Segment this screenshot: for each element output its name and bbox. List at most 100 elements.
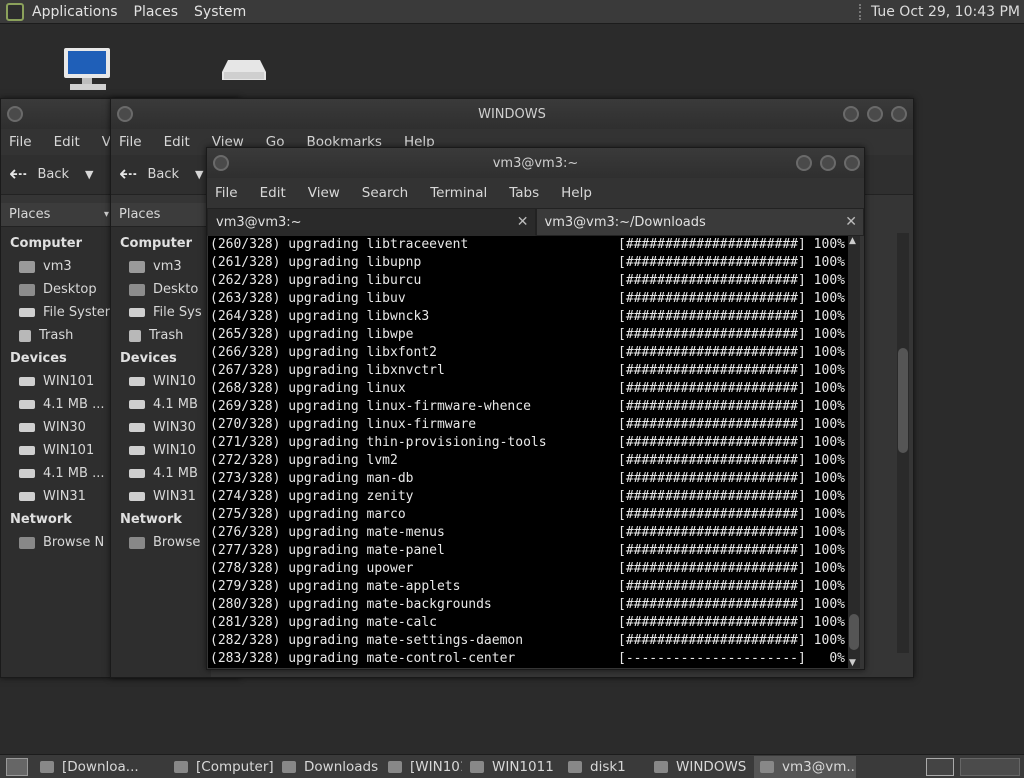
sidebar-item-device[interactable]: WIN31 bbox=[1, 485, 111, 508]
sidebar-item-filesystem[interactable]: File Syster bbox=[1, 301, 111, 324]
taskbar-button[interactable]: Downloads bbox=[276, 756, 380, 778]
sidebar-item-device[interactable]: WIN30 bbox=[1, 416, 111, 439]
taskbar-button[interactable]: [Computer] bbox=[168, 756, 274, 778]
home-icon bbox=[19, 260, 35, 273]
computer-desktop-icon[interactable] bbox=[62, 46, 114, 98]
back-button[interactable]: ⇠ Back ▼ bbox=[119, 162, 203, 187]
sidebar-item-browse-network[interactable]: Browse N bbox=[1, 531, 111, 554]
back-button[interactable]: ⇠ Back ▼ bbox=[9, 162, 93, 187]
sidebar-item-trash[interactable]: Trash bbox=[111, 324, 211, 347]
sidebar-item-device[interactable]: WIN10 bbox=[111, 370, 211, 393]
terminal-line-text: (271/328) upgrading thin-provisioning-to… bbox=[210, 435, 547, 450]
sidebar-item-desktop[interactable]: Deskto bbox=[111, 278, 211, 301]
scrollbar[interactable] bbox=[897, 233, 909, 653]
menu-terminal[interactable]: Terminal bbox=[430, 185, 487, 201]
window-titlebar[interactable]: WINDOWS bbox=[111, 99, 913, 129]
chevron-down-icon[interactable]: ▼ bbox=[85, 168, 93, 181]
terminal-line: (280/328) upgrading mate-backgrounds [###… bbox=[208, 596, 849, 614]
maximize-icon[interactable] bbox=[867, 106, 883, 122]
menu-search[interactable]: Search bbox=[362, 185, 408, 201]
menu-file[interactable]: File bbox=[215, 185, 238, 201]
menu-help[interactable]: Help bbox=[561, 185, 592, 201]
minimize-icon[interactable] bbox=[796, 155, 812, 171]
back-label: Back bbox=[37, 167, 69, 182]
drive-icon bbox=[129, 308, 145, 317]
sidebar-item-trash[interactable]: Trash bbox=[1, 324, 111, 347]
sidebar-item-device[interactable]: WIN101 bbox=[1, 370, 111, 393]
scrollbar-thumb[interactable] bbox=[898, 348, 908, 453]
sidebar-item-desktop[interactable]: Desktop bbox=[1, 278, 111, 301]
taskbar-button[interactable]: [WIN101] bbox=[382, 756, 462, 778]
window-title: WINDOWS bbox=[478, 106, 546, 122]
menu-edit[interactable]: Edit bbox=[164, 134, 190, 150]
sidebar-item-device[interactable]: WIN10 bbox=[111, 439, 211, 462]
terminal-line-text: (280/328) upgrading mate-backgrounds bbox=[210, 597, 492, 612]
sidebar-item-device[interactable]: 4.1 MB bbox=[111, 393, 211, 416]
close-icon[interactable] bbox=[891, 106, 907, 122]
sidebar-item-device[interactable]: 4.1 MB ... bbox=[1, 462, 111, 485]
window-menu-icon[interactable] bbox=[7, 106, 23, 122]
minimize-icon[interactable] bbox=[843, 106, 859, 122]
sidebar-item-filesystem[interactable]: File Sys bbox=[111, 301, 211, 324]
close-icon[interactable]: ✕ bbox=[517, 214, 529, 230]
mate-logo-icon[interactable] bbox=[6, 2, 24, 21]
terminal-line: (274/328) upgrading zenity [#############… bbox=[208, 488, 849, 506]
terminal-line: (273/328) upgrading man-db [#############… bbox=[208, 470, 849, 488]
sidebar-item-home[interactable]: vm3 bbox=[111, 255, 211, 278]
maximize-icon[interactable] bbox=[820, 155, 836, 171]
places-menu[interactable]: Places bbox=[134, 4, 179, 20]
taskbar-button[interactable]: vm3@vm... bbox=[754, 755, 856, 778]
menu-file[interactable]: File bbox=[119, 134, 142, 150]
progress-text: [######################] 100% bbox=[618, 363, 845, 378]
applications-menu[interactable]: Applications bbox=[32, 4, 118, 20]
tab-home[interactable]: vm3@vm3:~ ✕ bbox=[207, 208, 536, 236]
sidebar-item-device[interactable]: 4.1 MB ... bbox=[1, 393, 111, 416]
taskbar-button[interactable]: WINDOWS bbox=[648, 756, 752, 778]
menu-tabs[interactable]: Tabs bbox=[509, 185, 539, 201]
terminal-line-text: (261/328) upgrading libupnp bbox=[210, 255, 422, 270]
taskbar-button[interactable]: [Downloa... bbox=[34, 756, 166, 778]
scrollbar[interactable]: ▲ ▼ bbox=[848, 236, 860, 668]
sidebar-item-browse-network[interactable]: Browse bbox=[111, 531, 211, 554]
workspace-switcher[interactable] bbox=[926, 757, 954, 776]
terminal-line: (279/328) upgrading mate-applets [#######… bbox=[208, 578, 849, 596]
places-selector[interactable]: Places ▾ bbox=[1, 203, 111, 227]
sidebar-item-device[interactable]: 4.1 MB bbox=[111, 462, 211, 485]
sidebar-item-device[interactable]: WIN101 bbox=[1, 439, 111, 462]
close-icon[interactable]: ✕ bbox=[845, 214, 857, 230]
terminal-line: (262/328) upgrading liburcu [############… bbox=[208, 272, 849, 290]
terminal-window[interactable]: vm3@vm3:~ File Edit View Search Terminal… bbox=[206, 147, 865, 670]
terminal-line-text: (269/328) upgrading linux-firmware-whenc… bbox=[210, 399, 531, 414]
sidebar-item-home[interactable]: vm3 bbox=[1, 255, 111, 278]
menu-edit[interactable]: Edit bbox=[260, 185, 286, 201]
section-devices: Devices bbox=[120, 351, 177, 366]
menu-view[interactable]: View bbox=[308, 185, 340, 201]
section-computer: Computer bbox=[10, 236, 83, 251]
taskbar-button[interactable]: WIN1011 bbox=[464, 756, 560, 778]
workspace-switcher[interactable] bbox=[960, 757, 1020, 776]
sidebar-item-label: WIN31 bbox=[43, 489, 86, 504]
terminal-output[interactable]: (260/328) upgrading libtraceevent [######… bbox=[208, 236, 849, 668]
scroll-up-icon[interactable]: ▲ bbox=[849, 236, 856, 246]
sidebar-item-device[interactable]: WIN30 bbox=[111, 416, 211, 439]
drive-desktop-icon[interactable] bbox=[220, 58, 268, 88]
menu-edit[interactable]: Edit bbox=[54, 134, 80, 150]
sidebar-item-label: Deskto bbox=[153, 282, 199, 297]
window-titlebar[interactable]: vm3@vm3:~ bbox=[207, 148, 864, 178]
tab-downloads[interactable]: vm3@vm3:~/Downloads ✕ bbox=[535, 208, 864, 236]
taskbar-button[interactable]: disk1 bbox=[562, 756, 646, 778]
terminal-line-text: (279/328) upgrading mate-applets bbox=[210, 579, 461, 594]
drive-icon bbox=[129, 400, 145, 409]
menu-file[interactable]: File bbox=[9, 134, 32, 150]
clock[interactable]: Tue Oct 29, 10:43 PM bbox=[871, 4, 1020, 20]
terminal-line-text: (263/328) upgrading libuv bbox=[210, 291, 406, 306]
scroll-down-icon[interactable]: ▼ bbox=[849, 658, 856, 668]
show-desktop-icon[interactable] bbox=[6, 757, 28, 776]
system-menu[interactable]: System bbox=[194, 4, 246, 20]
scrollbar-thumb[interactable] bbox=[849, 614, 859, 650]
places-selector[interactable]: Places bbox=[111, 203, 211, 227]
close-icon[interactable] bbox=[844, 155, 860, 171]
chevron-down-icon[interactable]: ▼ bbox=[195, 168, 203, 181]
terminal-line: (265/328) upgrading libwpe [#############… bbox=[208, 326, 849, 344]
sidebar-item-device[interactable]: WIN31 bbox=[111, 485, 211, 508]
